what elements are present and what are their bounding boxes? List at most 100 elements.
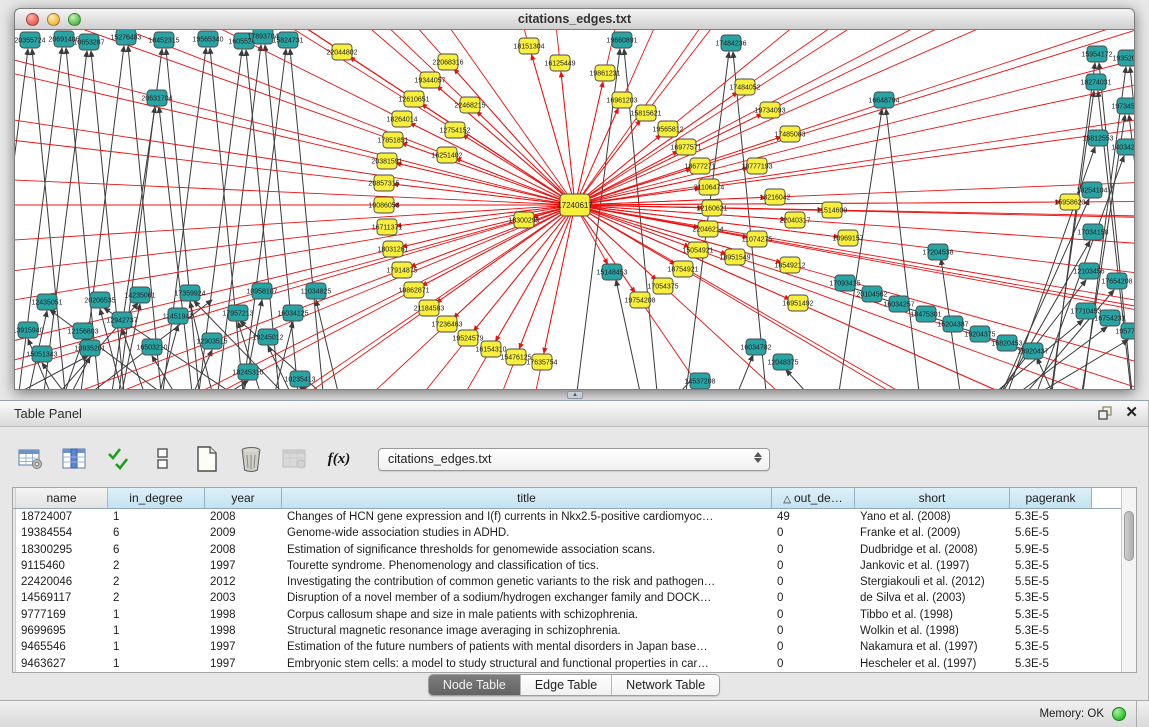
tab-node-table[interactable]: Node Table [429, 675, 521, 695]
graph-node[interactable]: 20206535 [84, 292, 115, 308]
float-panel-icon[interactable] [1098, 406, 1113, 420]
graph-node[interactable]: 18031261 [377, 241, 408, 257]
graph-node[interactable]: 15954172 [1081, 46, 1112, 62]
graph-node[interactable]: 20355724 [15, 32, 46, 48]
graph-node[interactable]: 16711371 [372, 219, 403, 235]
graph-node[interactable]: 22040317 [779, 212, 810, 228]
graph-node[interactable]: 17484236 [715, 35, 746, 51]
unselect-all-columns-icon[interactable] [148, 444, 178, 474]
graph-node[interactable]: 19754208 [624, 292, 655, 308]
table-row[interactable]: 1938455462009Genome-wide association stu… [13, 525, 1136, 541]
select-all-columns-icon[interactable] [104, 444, 134, 474]
graph-node[interactable]: 15815621 [630, 105, 661, 121]
graph-node[interactable]: 17204538 [922, 244, 953, 260]
graph-node[interactable]: 15054921 [682, 242, 713, 258]
memory-ok-indicator[interactable] [1112, 707, 1126, 721]
table-select-dropdown[interactable]: citations_edges.txt [378, 448, 770, 471]
graph-node[interactable]: 16961203 [606, 92, 637, 108]
graph-node[interactable]: 19565340 [192, 31, 223, 47]
graph-node[interactable]: 12754152 [439, 122, 470, 138]
graph-node[interactable]: 11034825 [301, 283, 332, 299]
graph-node[interactable]: 10969157 [832, 230, 863, 246]
graph-node[interactable]: 16034782 [740, 339, 771, 355]
network-view-window[interactable]: citations_edges.txt 22068316 19344057 1261… [14, 8, 1135, 390]
column-header-pagerank[interactable]: pagerank [1010, 488, 1092, 508]
table-row[interactable]: 946362711997Embryonic stem cells: a mode… [13, 656, 1136, 672]
graph-node[interactable]: 21106474 [694, 179, 725, 195]
close-panel-icon[interactable]: ✕ [1125, 405, 1138, 421]
graph-node[interactable]: 11451942 [163, 308, 194, 324]
graph-node[interactable]: 15958623 [1054, 194, 1085, 210]
graph-node[interactable]: 13216042 [759, 189, 790, 205]
graph-node[interactable]: 17484052 [729, 79, 760, 95]
scrollbar-thumb[interactable] [1124, 511, 1134, 561]
window-titlebar[interactable]: citations_edges.txt [14, 8, 1135, 30]
graph-node[interactable]: 18549212 [774, 257, 805, 273]
table-vertical-scrollbar[interactable] [1121, 488, 1136, 672]
table-row[interactable]: 977716911998Corpus callosum shape and si… [13, 607, 1136, 623]
graph-node[interactable]: 17851851 [377, 132, 408, 148]
delete-column-icon[interactable] [236, 444, 266, 474]
minimize-window-button[interactable] [47, 13, 60, 26]
table-row[interactable]: 1456911722003Disruption of a novel membe… [13, 590, 1136, 606]
graph-node[interactable]: 18245310 [232, 364, 263, 380]
graph-node[interactable]: 16125449 [544, 55, 575, 71]
function-builder-icon[interactable]: f(x) [324, 444, 354, 474]
table-row[interactable]: 2242004622012Investigating the contribut… [13, 574, 1136, 590]
close-window-button[interactable] [26, 13, 39, 26]
graph-node[interactable]: 14537208 [684, 373, 715, 389]
graph-node[interactable]: 20381591 [371, 153, 402, 169]
column-header-short[interactable]: short [855, 488, 1010, 508]
show-columns-icon[interactable] [60, 444, 90, 474]
graph-node[interactable]: 12942737 [106, 312, 137, 328]
graph-node[interactable]: 16812553 [1082, 130, 1113, 146]
graph-node[interactable]: 17485083 [774, 126, 805, 142]
table-mode-icon[interactable] [16, 444, 46, 474]
graph-node[interactable]: 17359924 [174, 285, 205, 301]
table-row[interactable]: 911546021997Tourette syndrome. Phenomeno… [13, 558, 1136, 574]
table-row[interactable]: 1872400712008Changes of HCN gene express… [13, 509, 1136, 525]
graph-node[interactable]: 17914875 [386, 262, 417, 278]
graph-node[interactable]: 19344057 [414, 72, 445, 88]
network-canvas[interactable]: 2206831619344057126106511826401417851851… [14, 30, 1135, 390]
tab-edge-table[interactable]: Edge Table [521, 675, 612, 695]
graph-node[interactable]: 13915940 [15, 322, 44, 338]
create-column-icon[interactable] [192, 444, 222, 474]
table-row[interactable]: 946554611997Estimation of the future num… [13, 639, 1136, 655]
column-header-name[interactable]: name [16, 488, 108, 508]
graph-node[interactable]: 19245012 [252, 329, 283, 345]
graph-node[interactable]: 22044802 [326, 44, 357, 60]
graph-node[interactable]: 18274031 [1080, 74, 1111, 90]
graph-node[interactable]: 22068316 [432, 54, 463, 70]
graph-node[interactable]: 18754921 [667, 261, 698, 277]
graph-node[interactable]: 19086053 [368, 197, 399, 213]
graph-node[interactable]: 19565812 [652, 121, 683, 137]
graph-node[interactable]: 11514609 [817, 202, 848, 218]
graph-node[interactable]: 18452315 [148, 32, 179, 48]
graph-node[interactable]: 20631704 [141, 90, 172, 106]
zoom-window-button[interactable] [68, 13, 81, 26]
graph-node[interactable]: 10958107 [246, 283, 277, 299]
graph-node[interactable]: 17054375 [647, 278, 678, 294]
graph-node[interactable]: 17654208 [1101, 273, 1132, 289]
graph-node[interactable]: 16503210 [136, 339, 167, 355]
graph-node[interactable]: 22046214 [692, 221, 723, 237]
tab-network-table[interactable]: Network Table [612, 675, 719, 695]
graph-hub-node[interactable]: 17240617 [557, 194, 593, 216]
graph-node[interactable]: 16251402 [431, 147, 462, 163]
graph-node[interactable]: 15148453 [596, 264, 627, 280]
graph-node[interactable]: 17034158 [1077, 224, 1108, 240]
graph-node[interactable]: 12610651 [398, 91, 429, 107]
graph-node[interactable]: 16034125 [277, 305, 308, 321]
column-header-title[interactable]: title [282, 488, 772, 508]
panel-splitter-handle[interactable]: ▲ [567, 391, 583, 399]
graph-node[interactable]: 15051343 [26, 346, 57, 362]
column-header-in_degree[interactable]: in_degree [108, 488, 205, 508]
column-header-out_de[interactable]: △out_de… [772, 488, 855, 508]
graph-node[interactable]: 12048375 [767, 354, 798, 370]
graph-node[interactable]: 19734562 [1111, 98, 1135, 114]
graph-node[interactable]: 21184583 [414, 300, 445, 316]
graph-node[interactable]: 16951492 [782, 295, 813, 311]
graph-node[interactable]: 17236463 [431, 316, 462, 332]
graph-node[interactable]: 18151304 [513, 38, 544, 54]
